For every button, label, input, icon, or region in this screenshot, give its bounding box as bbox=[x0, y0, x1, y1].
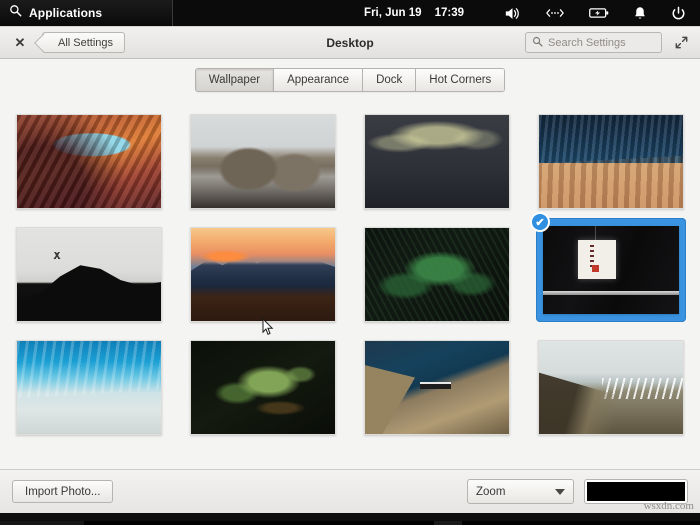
wallpaper-thumbnail-bird-over-dark-hill[interactable] bbox=[13, 218, 165, 331]
wallpaper-image bbox=[538, 114, 684, 209]
tab-wallpaper[interactable]: Wallpaper bbox=[196, 69, 274, 91]
close-button[interactable]: ✕ bbox=[10, 33, 30, 53]
art-detail-lant bbox=[578, 240, 616, 279]
wallpaper-image bbox=[16, 227, 162, 322]
import-photo-label: Import Photo... bbox=[25, 486, 100, 498]
bottom-bar: Import Photo... Zoom bbox=[0, 469, 700, 513]
wallpaper-thumbnail-dark-storm-clouds[interactable] bbox=[361, 105, 513, 218]
tab-hot-corners[interactable]: Hot Corners bbox=[416, 69, 504, 91]
wallpaper-image bbox=[190, 340, 336, 435]
wallpaper-art bbox=[539, 115, 683, 208]
chevron-down-icon bbox=[555, 489, 565, 495]
wallpaper-thumbnail-green-ferns[interactable] bbox=[361, 218, 513, 331]
wallpaper-art bbox=[17, 228, 161, 321]
search-icon bbox=[532, 34, 543, 52]
expand-icon[interactable] bbox=[672, 34, 690, 52]
wallpaper-art bbox=[191, 341, 335, 434]
settings-window: ✕ All Settings Desktop Search Settings bbox=[0, 26, 700, 513]
desktop-dock-strip bbox=[0, 513, 700, 525]
wallpaper-image bbox=[543, 226, 679, 314]
tab-strip: WallpaperAppearanceDockHot Corners bbox=[195, 68, 506, 92]
wallpaper-image bbox=[364, 227, 510, 322]
zoom-mode-dropdown[interactable]: Zoom bbox=[467, 479, 574, 504]
art-detail-hut bbox=[420, 382, 452, 389]
wallpaper-thumbnail-pine-branch[interactable] bbox=[187, 331, 339, 444]
all-settings-back-button[interactable]: All Settings bbox=[42, 32, 125, 53]
wallpaper-image bbox=[364, 340, 510, 435]
art-detail-water bbox=[539, 115, 683, 163]
panel-time: 17:39 bbox=[435, 7, 464, 19]
applications-label: Applications bbox=[29, 6, 102, 20]
wallpaper-art bbox=[365, 228, 509, 321]
wallpaper-art bbox=[365, 341, 509, 434]
wallpaper-image bbox=[538, 340, 684, 435]
art-detail-lant-dot bbox=[592, 265, 599, 272]
wallpaper-thumbnail-eroded-coast[interactable] bbox=[535, 331, 687, 444]
power-icon[interactable] bbox=[671, 6, 686, 21]
header-right-group: Search Settings bbox=[525, 32, 690, 53]
art-detail-rail bbox=[543, 291, 679, 295]
wallpaper-art bbox=[539, 341, 683, 434]
swatch-fill bbox=[587, 482, 685, 501]
wallpaper-art bbox=[17, 115, 161, 208]
network-icon[interactable] bbox=[545, 7, 565, 19]
tab-row: WallpaperAppearanceDockHot Corners bbox=[0, 59, 700, 101]
watermark: wsxdn.com bbox=[644, 500, 694, 512]
art-detail-bird bbox=[49, 252, 65, 259]
wallpaper-thumbnail-wooden-dock-over-water[interactable] bbox=[535, 105, 687, 218]
wallpaper-image bbox=[190, 114, 336, 209]
wallpaper-image bbox=[16, 114, 162, 209]
battery-icon[interactable] bbox=[589, 7, 609, 19]
wallpaper-image bbox=[190, 227, 336, 322]
wallpaper-area: ✔ bbox=[0, 101, 700, 469]
wallpaper-thumbnail-turquoise-shoreline[interactable] bbox=[13, 331, 165, 444]
applications-menu[interactable]: Applications bbox=[0, 0, 173, 26]
wallpaper-thumbnail-paper-lantern[interactable]: ✔ bbox=[536, 218, 686, 322]
zoom-mode-value: Zoom bbox=[476, 486, 505, 498]
volume-icon[interactable] bbox=[504, 6, 521, 21]
back-button-label: All Settings bbox=[58, 37, 113, 49]
wallpaper-art bbox=[365, 115, 509, 208]
wallpaper-thumbnail-sunset-mountain-peaks[interactable] bbox=[187, 218, 339, 331]
search-placeholder: Search Settings bbox=[548, 37, 626, 49]
wallpaper-thumbnail-snowy-mountain-ridge[interactable] bbox=[187, 105, 339, 218]
system-tray bbox=[504, 6, 686, 21]
import-photo-button[interactable]: Import Photo... bbox=[12, 480, 113, 503]
wallpaper-image bbox=[364, 114, 510, 209]
panel-clock[interactable]: Fri, Jun 19 17:39 bbox=[364, 7, 464, 19]
top-panel: Applications Fri, Jun 19 17:39 bbox=[0, 0, 700, 26]
tab-dock[interactable]: Dock bbox=[363, 69, 416, 91]
search-input[interactable]: Search Settings bbox=[525, 32, 662, 53]
notifications-icon[interactable] bbox=[633, 6, 647, 21]
wallpaper-art bbox=[17, 341, 161, 434]
header-bar: ✕ All Settings Desktop Search Settings bbox=[0, 27, 700, 59]
wallpaper-image bbox=[16, 340, 162, 435]
wallpaper-art bbox=[191, 228, 335, 321]
selected-check-icon: ✔ bbox=[530, 212, 550, 232]
search-icon bbox=[9, 4, 22, 22]
wallpaper-thumbnail-slot-canyon[interactable] bbox=[13, 105, 165, 218]
wallpaper-art bbox=[191, 115, 335, 208]
art-detail-glow bbox=[200, 250, 252, 263]
panel-date: Fri, Jun 19 bbox=[364, 7, 422, 19]
art-detail-surf bbox=[602, 378, 683, 398]
wallpaper-grid: ✔ bbox=[10, 105, 690, 444]
wallpaper-art bbox=[543, 226, 679, 314]
tab-appearance[interactable]: Appearance bbox=[274, 69, 363, 91]
wallpaper-thumbnail-coastal-cliff-house[interactable] bbox=[361, 331, 513, 444]
